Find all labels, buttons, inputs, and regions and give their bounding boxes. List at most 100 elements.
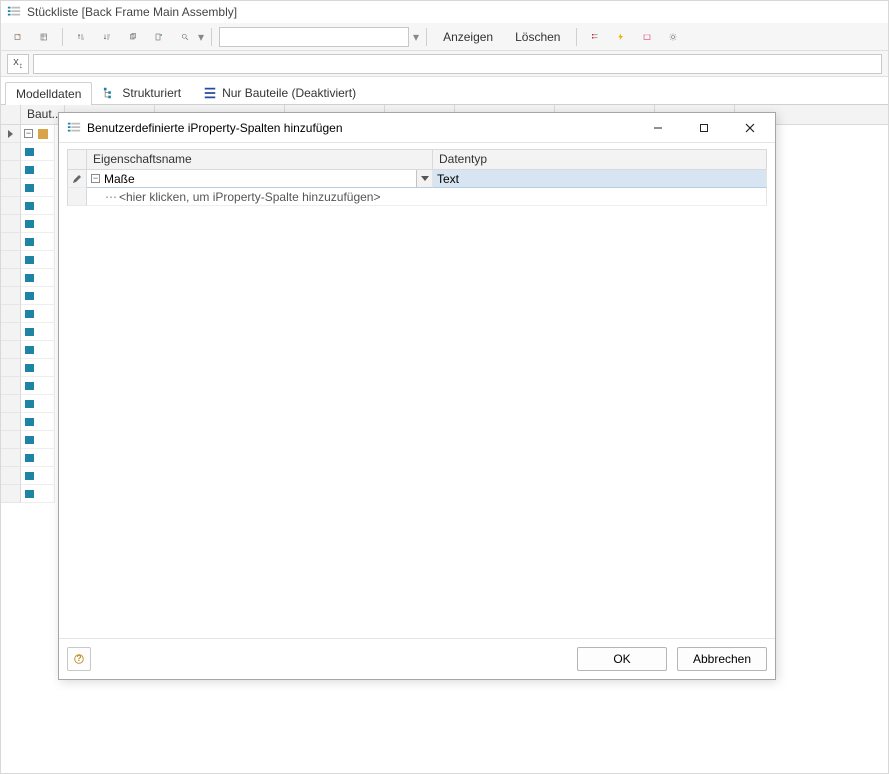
row-marker[interactable] [1,341,21,359]
combo-dropdown-button[interactable] [416,170,432,187]
tab-label: Modelldaten [16,87,81,101]
table-cell[interactable] [21,359,55,377]
table-cell[interactable] [21,449,55,467]
table-cell[interactable] [21,395,55,413]
datatype-cell[interactable]: Text [433,170,767,188]
row-marker[interactable] [1,449,21,467]
clear-button[interactable]: Löschen [506,26,569,48]
table-cell[interactable] [21,323,55,341]
row-marker[interactable] [1,485,21,503]
fx-button[interactable]: x↕ [7,54,29,74]
table-cell[interactable] [21,287,55,305]
export-button[interactable] [7,26,29,48]
part-icon [24,290,36,302]
part-pink-icon [643,29,651,45]
table-cell[interactable]: − [21,125,55,143]
part-icon [24,236,36,248]
row-marker[interactable] [1,215,21,233]
tree-options-button[interactable] [584,26,606,48]
table-cell[interactable] [21,143,55,161]
part-icon [24,434,36,446]
column-header-name[interactable]: Eigenschaftsname [87,150,433,169]
table-cell[interactable] [21,161,55,179]
part-icon [24,146,36,158]
tree-collapse-icon[interactable]: − [24,129,33,138]
magnifier-icon [181,29,189,45]
minimize-button[interactable] [635,114,681,142]
row-marker[interactable] [1,305,21,323]
row-marker-header[interactable] [1,105,21,124]
tab-label: Nur Bauteile (Deaktiviert) [222,86,356,100]
bom-tabs: Modelldaten Strukturiert Nur Bauteile (D… [1,77,888,105]
dialog-footer: ? OK Abbrechen [59,638,775,679]
row-marker[interactable] [1,377,21,395]
table-cell[interactable] [21,467,55,485]
part-props-button[interactable] [636,26,658,48]
table-cell[interactable] [21,215,55,233]
add-column-button[interactable] [148,26,170,48]
table-cell[interactable] [21,233,55,251]
part-icon [24,308,36,320]
dialog-window-controls [635,114,773,142]
tree-collapse-icon[interactable]: − [91,174,100,183]
close-button[interactable] [727,114,773,142]
copy-button[interactable] [122,26,144,48]
sort-asc-icon [77,29,85,45]
iproperty-table: Eigenschaftsname Datentyp − Maße Text [67,149,767,638]
toolbar-separator [62,28,63,46]
cancel-button[interactable]: Abbrechen [677,647,767,671]
sheet-button[interactable] [33,26,55,48]
table-cell[interactable] [21,413,55,431]
row-marker[interactable] [1,125,21,143]
table-cell[interactable] [21,377,55,395]
table-cell[interactable] [21,269,55,287]
table-cell[interactable] [21,305,55,323]
row-marker[interactable] [67,170,87,188]
table-cell[interactable] [21,485,55,503]
row-marker[interactable] [67,188,87,206]
tab-structured[interactable]: Strukturiert [92,81,192,104]
row-marker[interactable] [1,467,21,485]
property-name-cell[interactable]: − Maße [87,170,433,188]
row-marker[interactable] [1,269,21,287]
table-row[interactable]: − Maße Text [67,170,767,188]
dropdown-caret-icon: ▾ [198,30,204,44]
help-button[interactable]: ? [67,647,91,671]
show-button[interactable]: Anzeigen [434,26,502,48]
sort-desc-button[interactable] [96,26,118,48]
tab-model-data[interactable]: Modelldaten [5,82,92,105]
table-cell[interactable] [21,431,55,449]
part-icon [24,470,36,482]
sort-asc-button[interactable] [70,26,92,48]
row-marker[interactable] [1,251,21,269]
table-cell[interactable] [21,251,55,269]
update-button[interactable] [610,26,632,48]
table-cell[interactable] [21,341,55,359]
row-marker[interactable] [1,197,21,215]
row-marker[interactable] [1,395,21,413]
filter-input[interactable] [219,27,409,47]
row-marker[interactable] [1,359,21,377]
add-iproperty-columns-dialog: Benutzerdefinierte iProperty-Spalten hin… [58,112,776,680]
row-marker[interactable] [1,323,21,341]
ok-button[interactable]: OK [577,647,667,671]
row-marker[interactable] [1,179,21,197]
formula-input[interactable] [33,54,882,74]
find-button[interactable] [174,26,196,48]
add-row-placeholder[interactable]: ⋯ <hier klicken, um iProperty-Spalte hin… [67,188,767,206]
row-marker[interactable] [1,233,21,251]
table-cell[interactable] [21,197,55,215]
table-cell[interactable] [21,179,55,197]
row-marker[interactable] [1,143,21,161]
tab-parts-only[interactable]: Nur Bauteile (Deaktiviert) [192,81,367,104]
row-marker[interactable] [1,161,21,179]
main-titlebar: Stückliste [Back Frame Main Assembly] [1,1,888,23]
settings-button[interactable] [662,26,684,48]
row-marker[interactable] [1,431,21,449]
row-marker-header[interactable] [67,150,87,169]
row-marker[interactable] [1,287,21,305]
dialog-titlebar[interactable]: Benutzerdefinierte iProperty-Spalten hin… [59,113,775,143]
column-header-type[interactable]: Datentyp [433,150,767,169]
maximize-button[interactable] [681,114,727,142]
row-marker[interactable] [1,413,21,431]
